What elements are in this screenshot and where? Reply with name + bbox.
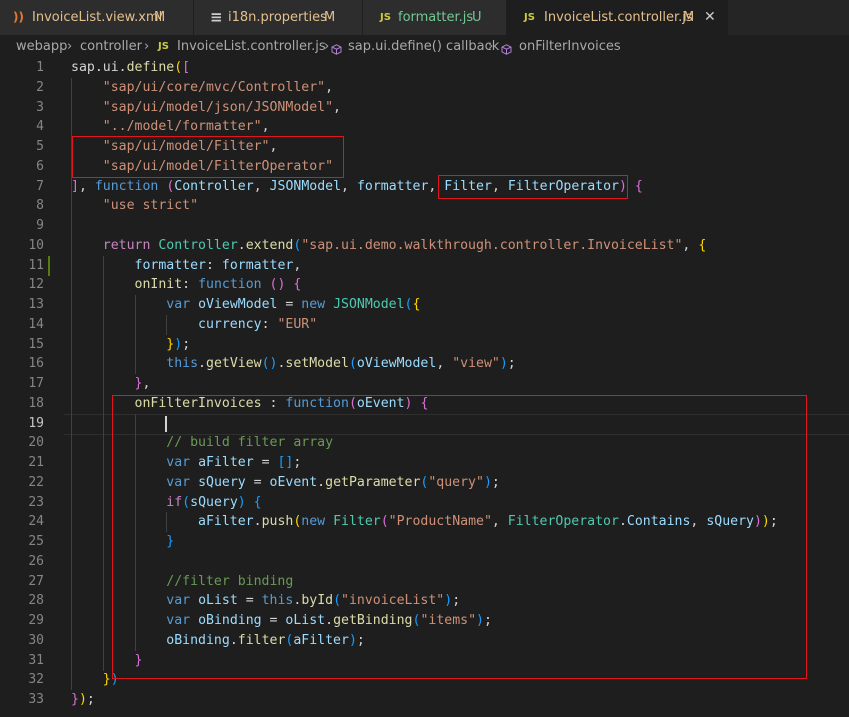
- javascript-icon: JS: [524, 12, 535, 23]
- code-line: }: [166, 534, 175, 549]
- line-number: 32: [28, 672, 44, 687]
- tab-invoicelist-view-xml[interactable]: )) InvoiceList.view.xml M: [0, 0, 194, 35]
- text-cursor: [165, 416, 167, 432]
- tab-label: formatter.js: [398, 10, 474, 25]
- chevron-right-icon: ›: [488, 39, 494, 54]
- code-line: formatter: formatter,: [134, 258, 302, 273]
- code-line: });: [166, 337, 191, 352]
- line-number: 21: [28, 455, 44, 470]
- code-line: }: [134, 653, 143, 668]
- code-line: var aFilter = [];: [166, 455, 302, 470]
- code-line: onFilterInvoices : function(oEvent) {: [134, 396, 429, 411]
- current-line-highlight: [64, 414, 849, 435]
- code-line: if(sQuery) {: [166, 495, 262, 510]
- code-line: currency: "EUR": [198, 317, 318, 332]
- line-number: 20: [28, 435, 44, 450]
- list-icon: ≡: [210, 8, 223, 26]
- line-number: 1: [36, 60, 44, 75]
- line-number: 19: [28, 416, 44, 431]
- breadcrumb-item-webapp[interactable]: webapp: [16, 35, 67, 58]
- code-line: onInit: function () {: [134, 277, 302, 292]
- line-number: 5: [36, 139, 44, 154]
- line-number: 14: [28, 317, 44, 332]
- code-line: return Controller.extend("sap.ui.demo.wa…: [102, 238, 707, 253]
- tab-git-status: M: [154, 10, 166, 25]
- line-number: 4: [36, 119, 44, 134]
- javascript-icon: JS: [158, 41, 169, 52]
- editor-tab-bar: )) InvoiceList.view.xml M ≡ i18n.propert…: [0, 0, 849, 35]
- close-icon[interactable]: ✕: [704, 0, 716, 35]
- line-number: 3: [36, 100, 44, 115]
- line-number: 29: [28, 613, 44, 628]
- code-line: }): [102, 672, 119, 687]
- code-line: aFilter.push(new Filter("ProductName", F…: [198, 514, 778, 529]
- tab-git-status: M: [324, 10, 336, 25]
- cube-icon: [501, 40, 512, 55]
- line-number: 18: [28, 396, 44, 411]
- line-number: 15: [28, 337, 44, 352]
- breadcrumb: webapp › controller › JS InvoiceList.con…: [0, 35, 849, 58]
- chevron-right-icon: ›: [67, 39, 73, 54]
- line-number: 27: [28, 574, 44, 589]
- line-number: 33: [28, 692, 44, 707]
- tab-i18n-properties[interactable]: ≡ i18n.properties M: [194, 0, 363, 35]
- line-number: 26: [28, 554, 44, 569]
- line-number: 30: [28, 633, 44, 648]
- code-line: "sap/ui/core/mvc/Controller",: [102, 80, 334, 95]
- tab-label: InvoiceList.view.xml: [32, 10, 163, 25]
- rss-icon: )): [13, 10, 24, 24]
- line-number: 16: [28, 356, 44, 371]
- cube-icon: [331, 40, 342, 55]
- chevron-right-icon: ›: [144, 39, 150, 54]
- breadcrumb-item-onfilterinvoices[interactable]: onFilterInvoices: [519, 35, 621, 58]
- line-number: 9: [36, 218, 44, 233]
- line-number: 11: [28, 258, 44, 273]
- code-line: //filter binding: [166, 574, 294, 589]
- tab-formatter-js[interactable]: JS formatter.js U: [363, 0, 507, 35]
- line-number: 17: [28, 376, 44, 391]
- tab-label: InvoiceList.controller.js: [544, 10, 693, 25]
- line-number: 22: [28, 475, 44, 490]
- code-line: },: [134, 376, 151, 391]
- line-number: 23: [28, 495, 44, 510]
- tab-label: i18n.properties: [228, 10, 327, 25]
- code-line: sap.ui.define([: [71, 60, 191, 75]
- code-line: var oList = this.byId("invoiceList");: [166, 593, 461, 608]
- code-line: this.getView().setModel(oViewModel, "vie…: [166, 356, 516, 371]
- code-line: var oViewModel = new JSONModel({: [166, 297, 421, 312]
- code-line: var sQuery = oEvent.getParameter("query"…: [166, 475, 500, 490]
- chevron-right-icon: ›: [324, 39, 330, 54]
- code-line: "use strict": [102, 198, 199, 213]
- line-number: 8: [36, 198, 44, 213]
- code-line: "sap/ui/model/json/JSONModel",: [102, 100, 341, 115]
- tab-git-status: U: [472, 10, 482, 25]
- line-number: 10: [28, 238, 44, 253]
- code-editor[interactable]: 1 sap.ui.define([ 2 "sap/ui/core/mvc/Contr…: [0, 58, 849, 717]
- line-number: 12: [28, 277, 44, 292]
- code-line: ], function (Controller, JSONModel, form…: [71, 179, 643, 194]
- line-number: 6: [36, 159, 44, 174]
- line-number: 2: [36, 80, 44, 95]
- line-number: 31: [28, 653, 44, 668]
- code-line: var oBinding = oList.getBinding("items")…: [166, 613, 492, 628]
- javascript-icon: JS: [380, 12, 391, 23]
- tab-invoicelist-controller-js[interactable]: JS InvoiceList.controller.js M ✕: [507, 0, 728, 35]
- code-line: "sap/ui/model/Filter",: [102, 139, 278, 154]
- line-number: 7: [36, 179, 44, 194]
- code-line: oBinding.filter(aFilter);: [166, 633, 365, 648]
- code-line: // build filter array: [166, 435, 334, 450]
- breadcrumb-item-file[interactable]: InvoiceList.controller.js: [177, 35, 326, 58]
- tab-git-status: M: [683, 10, 695, 25]
- code-line: });: [71, 692, 95, 707]
- breadcrumb-item-controller[interactable]: controller: [80, 35, 142, 58]
- line-number: 13: [28, 297, 44, 312]
- breadcrumb-item-callback[interactable]: sap.ui.define() callback: [348, 35, 499, 58]
- code-line: "sap/ui/model/FilterOperator": [102, 159, 334, 174]
- line-number: 24: [28, 514, 44, 529]
- line-number: 25: [28, 534, 44, 549]
- git-change-marker: [48, 256, 50, 276]
- code-line: "../model/formatter",: [102, 119, 270, 134]
- line-number: 28: [28, 593, 44, 608]
